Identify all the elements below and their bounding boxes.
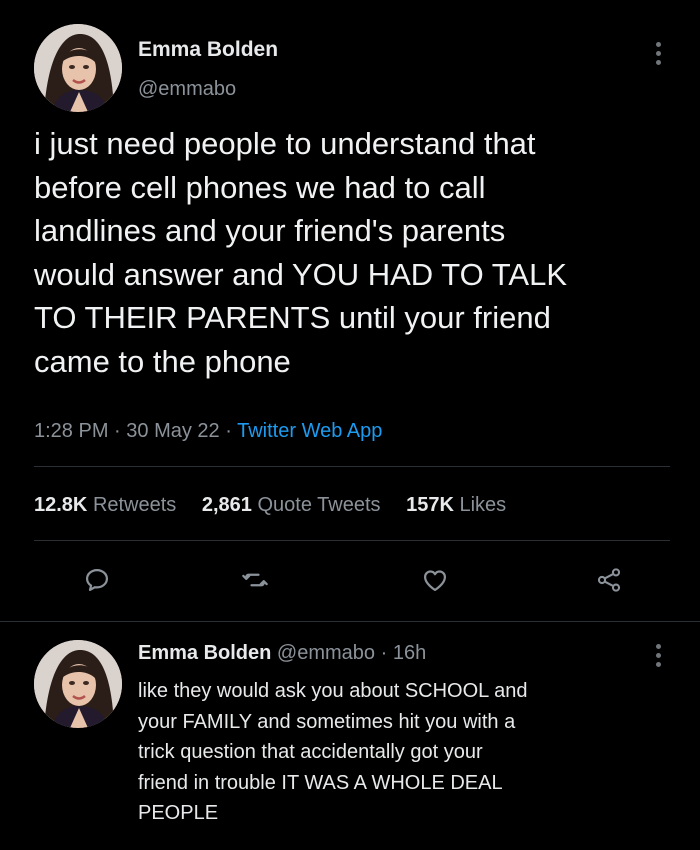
reply-author-handle[interactable]: @emmabo	[277, 642, 375, 664]
reply-timestamp[interactable]: 16h	[393, 642, 426, 664]
retweets-label: Retweets	[92, 494, 177, 516]
avatar-photo	[34, 640, 122, 728]
speech-bubble-icon	[85, 568, 109, 592]
retweet-arrows-icon	[242, 573, 268, 587]
tweet-text: i just need people to understand that be…	[34, 126, 567, 379]
author-handle[interactable]: @emmabo	[138, 78, 236, 101]
tweet-time[interactable]: 1:28 PM	[34, 420, 108, 442]
likes-count: 157K	[406, 494, 454, 516]
tweet-metadata: 1:28 PM · 30 May 22 · Twitter Web App	[34, 420, 382, 443]
heart-icon	[423, 570, 447, 592]
meta-separator: ·	[380, 642, 388, 664]
more-options-icon[interactable]	[655, 42, 661, 65]
engagement-stats: 12.8K Retweets 2,861 Quote Tweets 157K L…	[34, 494, 526, 517]
avatar-photo	[34, 24, 122, 112]
share-button[interactable]	[592, 563, 626, 597]
meta-separator: ·	[225, 420, 232, 442]
quotes-count: 2,861	[201, 494, 252, 516]
likes-label: Likes	[459, 494, 507, 516]
reply-header: Emma Bolden @emmabo · 16h	[138, 642, 426, 665]
like-button[interactable]	[418, 563, 452, 597]
quotes-label: Quote Tweets	[257, 494, 381, 516]
avatar[interactable]	[34, 24, 122, 112]
tweet-source-link[interactable]: Twitter Web App	[237, 420, 382, 442]
share-nodes-icon	[597, 568, 621, 592]
retweets-count: 12.8K	[34, 494, 88, 516]
more-options-icon[interactable]	[655, 644, 661, 667]
divider	[34, 466, 670, 467]
meta-separator: ·	[114, 420, 121, 442]
reply-text: like they would ask you about SCHOOL and…	[138, 680, 528, 824]
reply-button[interactable]	[80, 563, 114, 597]
author-name[interactable]: Emma Bolden	[138, 38, 278, 62]
tweet-date[interactable]: 30 May 22	[126, 420, 219, 442]
divider	[34, 540, 670, 541]
likes-stat[interactable]: 157K Likes	[406, 494, 506, 516]
divider	[0, 621, 700, 622]
quote-tweets-stat[interactable]: 2,861 Quote Tweets	[202, 494, 381, 516]
avatar[interactable]	[34, 640, 122, 728]
reply-author-name[interactable]: Emma Bolden	[138, 642, 271, 664]
retweets-stat[interactable]: 12.8K Retweets	[34, 494, 176, 516]
retweet-button[interactable]	[238, 563, 272, 597]
